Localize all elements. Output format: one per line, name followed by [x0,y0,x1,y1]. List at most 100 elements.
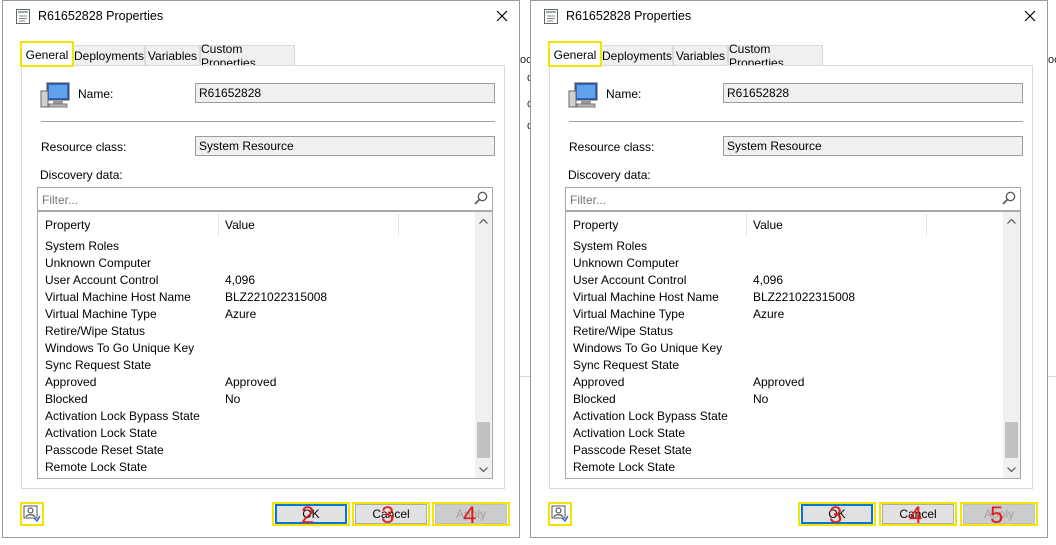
user-properties-button[interactable] [20,502,44,526]
scroll-up-icon[interactable] [1003,212,1020,229]
close-button[interactable] [1019,5,1041,27]
name-label: Name: [78,87,114,101]
list-item[interactable]: Windows To Go Unique Key [566,340,1020,357]
discovery-data-list[interactable]: Property Value System Roles Unknown Compu… [565,211,1021,479]
list-item[interactable]: Unknown Computer [38,255,492,272]
property-cell: Remote Lock State [45,460,148,474]
filter-input[interactable]: Filter... [565,187,1021,211]
property-cell: Windows To Go Unique Key [45,341,195,355]
list-item[interactable]: Virtual Machine Host Name BLZ221022315008 [566,289,1020,306]
computer-icon [39,81,71,111]
close-button[interactable] [491,5,513,27]
list-item[interactable]: Sync Request State [38,357,492,374]
column-divider[interactable] [926,214,927,236]
list-item[interactable]: Remote Lock State [566,459,1020,476]
list-item[interactable]: System Roles [38,238,492,255]
ok-button[interactable]: OK [272,502,350,526]
list-item[interactable]: Activation Lock State [38,425,492,442]
list-item[interactable]: Approved Approved [566,374,1020,391]
discovery-data-label: Discovery data: [568,168,651,182]
scroll-down-icon[interactable] [475,461,492,478]
tab-general[interactable]: General [548,41,602,67]
column-divider[interactable] [398,214,399,236]
cancel-button[interactable]: Cancel [879,502,957,526]
list-item[interactable]: Unknown Computer [566,255,1020,272]
column-header-property[interactable]: Property [573,218,618,232]
tab-label: General [25,47,69,62]
list-item[interactable]: Approved Approved [38,374,492,391]
list-item[interactable]: System Roles [566,238,1020,255]
property-cell: Approved [573,375,625,389]
list-item[interactable]: Remote Lock State [38,459,492,476]
property-cell: Sync Request State [573,358,680,372]
tab-general[interactable]: General [20,41,74,67]
filter-input[interactable]: Filter... [37,187,493,211]
tab-deployments[interactable]: Deployments [601,45,673,65]
list-item[interactable]: Blocked No [566,391,1020,408]
list-item[interactable]: Activation Lock State [566,425,1020,442]
list-item[interactable]: Virtual Machine Type Azure [38,306,492,323]
user-properties-icon [551,505,569,523]
list-header: Property Value [38,212,492,238]
scroll-thumb[interactable] [477,422,490,458]
tab-custom-properties[interactable]: Custom Properties [728,42,823,70]
column-divider[interactable] [218,214,219,236]
tab-variables[interactable]: Variables [673,45,728,65]
properties-dialog-left: R61652828 Properties General Deployments… [2,0,520,538]
title-bar: R61652828 Properties [3,1,519,33]
list-item[interactable]: Activation Lock Bypass State [38,408,492,425]
property-cell: Windows To Go Unique Key [573,341,723,355]
button-label: OK [302,507,320,521]
discovery-data-list[interactable]: Property Value System Roles Unknown Compu… [37,211,493,479]
scroll-thumb[interactable] [1005,422,1018,458]
user-properties-button[interactable] [548,502,572,526]
list-rows: System Roles Unknown Computer User Account… [38,238,492,476]
search-icon[interactable] [1002,191,1016,205]
vertical-scrollbar[interactable] [475,212,492,478]
tab-custom-properties[interactable]: Custom Properties [200,42,295,70]
column-divider[interactable] [746,214,747,236]
tab-variables[interactable]: Variables [145,45,200,65]
list-item[interactable]: User Account Control 4,096 [38,272,492,289]
scroll-down-icon[interactable] [1003,461,1020,478]
cancel-button[interactable]: Cancel [352,502,430,526]
title-bar: R61652828 Properties [531,1,1047,33]
property-cell: Passcode Reset State [45,443,164,457]
filter-placeholder: Filter... [42,193,79,207]
properties-dialog-right: R61652828 Properties General Deployments… [530,0,1048,538]
list-item[interactable]: Blocked No [38,391,492,408]
column-header-value[interactable]: Value [225,218,255,232]
column-header-property[interactable]: Property [45,218,90,232]
list-item[interactable]: Passcode Reset State [38,442,492,459]
list-item[interactable]: Sync Request State [566,357,1020,374]
list-item[interactable]: Passcode Reset State [566,442,1020,459]
value-cell: Azure [753,307,785,321]
search-icon[interactable] [474,191,488,205]
button-label: Apply [455,507,487,521]
list-item[interactable]: Virtual Machine Type Azure [566,306,1020,323]
window-title: R61652828 Properties [38,9,164,23]
list-item[interactable]: Retire/Wipe Status [38,323,492,340]
apply-button[interactable]: Apply [432,502,510,526]
list-item[interactable]: Windows To Go Unique Key [38,340,492,357]
list-item[interactable]: Activation Lock Bypass State [566,408,1020,425]
list-item[interactable]: Retire/Wipe Status [566,323,1020,340]
resource-class-field: System Resource [723,136,1023,156]
scroll-up-icon[interactable] [475,212,492,229]
list-item[interactable]: User Account Control 4,096 [566,272,1020,289]
vertical-scrollbar[interactable] [1003,212,1020,478]
close-icon [1024,10,1036,22]
property-cell: Activation Lock Bypass State [573,409,728,423]
tab-label: Variables [675,48,726,63]
value-cell: No [753,392,769,406]
apply-button[interactable]: Apply [960,502,1038,526]
column-header-value[interactable]: Value [753,218,783,232]
value-cell: BLZ221022315008 [753,290,856,304]
list-item[interactable]: Virtual Machine Host Name BLZ221022315008 [38,289,492,306]
ok-button[interactable]: OK [798,502,876,526]
property-cell: Virtual Machine Host Name [45,290,191,304]
tab-label: Variables [147,48,198,63]
tab-label: Deployments [601,48,673,63]
button-label: OK [828,507,846,521]
tab-deployments[interactable]: Deployments [73,45,145,65]
